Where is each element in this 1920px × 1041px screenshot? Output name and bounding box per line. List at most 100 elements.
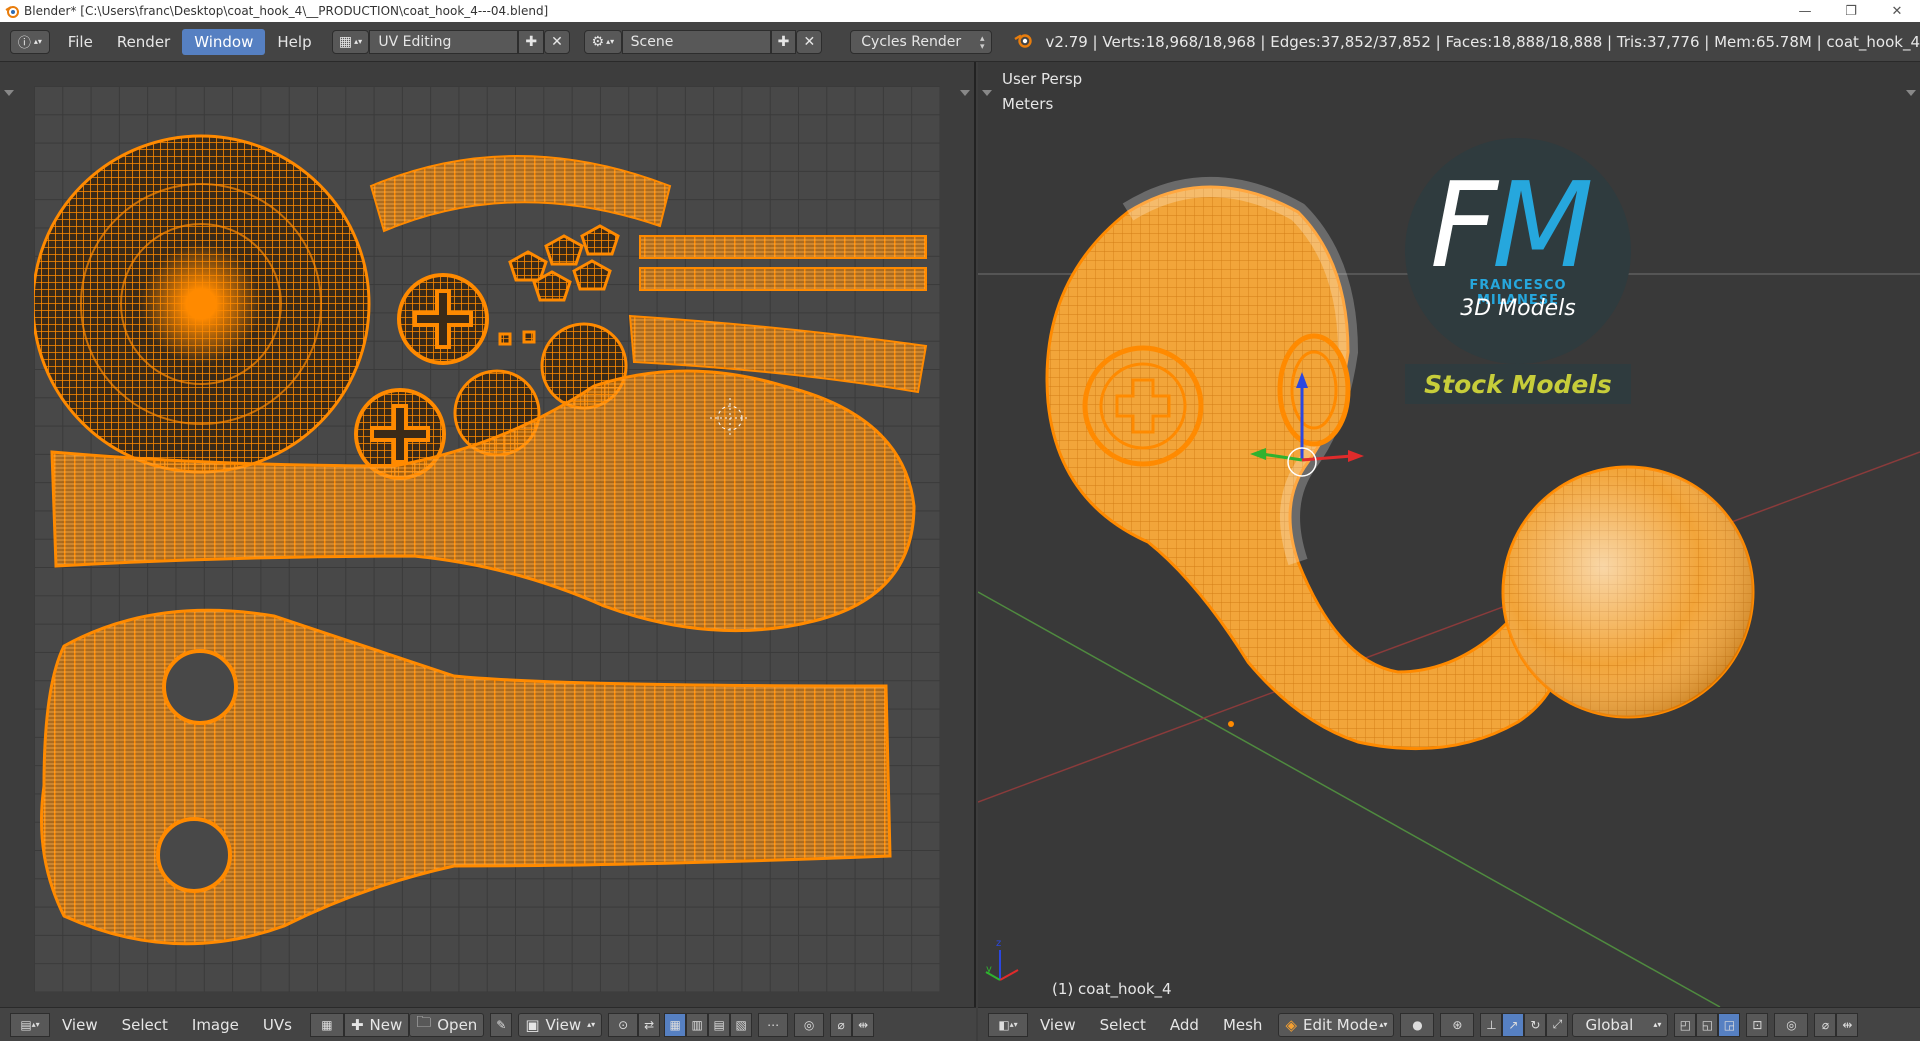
blender-window: Blender* [C:\Users\franc\Desktop\coat_ho…: [0, 0, 1920, 1041]
add-scene-button[interactable]: ✚: [770, 29, 797, 54]
uv-grid-canvas[interactable]: [31, 86, 940, 992]
snap-icon[interactable]: ⌀: [1814, 1012, 1837, 1037]
limit-selection-icon[interactable]: ⊡: [1746, 1012, 1769, 1037]
edge-select-icon[interactable]: ▥: [686, 1012, 709, 1037]
menu-uvs[interactable]: UVs: [251, 1016, 304, 1034]
face-select-icon[interactable]: ▤: [708, 1012, 731, 1037]
uv-island-arc-strip[interactable]: [369, 155, 672, 233]
image-editor-icon: ▤: [20, 1017, 32, 1032]
menu-window[interactable]: Window: [182, 28, 266, 55]
pivot-point-icon[interactable]: ⊛: [1440, 1012, 1475, 1037]
plus-icon: ✚: [525, 33, 538, 50]
menu-mesh[interactable]: Mesh: [1211, 1016, 1275, 1034]
logo-f: F: [1430, 156, 1498, 294]
edge-select-icon[interactable]: ◱: [1696, 1012, 1719, 1037]
menu-file[interactable]: File: [56, 29, 105, 55]
coat-hook-mesh[interactable]: [1045, 177, 1755, 751]
menu-help[interactable]: Help: [265, 29, 323, 55]
scene-statistics: v2.79 | Verts:18,968/18,968 | Edges:37,8…: [1045, 32, 1920, 51]
window-titlebar: Blender* [C:\Users\franc\Desktop\coat_ho…: [0, 0, 1920, 22]
menu-image[interactable]: Image: [180, 1016, 251, 1034]
delete-scene-button[interactable]: ✕: [796, 29, 823, 54]
uv-island-body-lower[interactable]: [40, 608, 892, 946]
info-icon: ⓘ: [17, 36, 31, 51]
svg-text:z: z: [996, 938, 1001, 949]
editor-type-button[interactable]: ⓘ ▴▾: [10, 29, 50, 54]
editor-type-button[interactable]: ◧ ▴▾: [988, 1012, 1028, 1037]
delete-layout-button[interactable]: ✕: [544, 29, 570, 54]
logo-stock-banner: Stock Models: [1405, 364, 1631, 404]
minimize-button[interactable]: —: [1782, 0, 1828, 22]
image-icon: ▦: [321, 1017, 333, 1032]
vertex-select-icon[interactable]: ◰: [1674, 1012, 1697, 1037]
uv-island-strip[interactable]: [639, 235, 927, 259]
scale-manipulator-icon[interactable]: ⤢: [1546, 1012, 1569, 1037]
pin-icon[interactable]: ✎: [490, 1012, 513, 1037]
new-image-button[interactable]: ✚ New: [343, 1012, 410, 1037]
layout-browse-button[interactable]: ▦ ▴▾: [331, 29, 370, 54]
view-mode-dropdown[interactable]: ▣ View ▴▾: [518, 1012, 603, 1037]
uv-image-editor[interactable]: [0, 62, 976, 1007]
snap-element-icon[interactable]: ⇹: [1836, 1012, 1859, 1037]
manipulator-toggle-icon[interactable]: ⊥: [1480, 1012, 1503, 1037]
uv-island-hole: [162, 649, 238, 725]
layout-grid-icon: ▦: [338, 33, 353, 50]
menu-view[interactable]: View: [50, 1016, 110, 1034]
sticky-select-icon[interactable]: ⋯: [758, 1012, 789, 1037]
proportional-edit-icon[interactable]: ◎: [1774, 1012, 1809, 1037]
origin-point: [1228, 721, 1234, 727]
uv-island-disc[interactable]: [31, 134, 371, 474]
sync-selection-icon[interactable]: ⇄: [638, 1012, 661, 1037]
scene-icon: ⚙: [591, 33, 605, 50]
editor-type-button[interactable]: ▤ ▴▾: [10, 1012, 50, 1037]
blender-logo-icon: [1013, 32, 1032, 52]
proportional-edit-icon[interactable]: ◎: [794, 1012, 825, 1037]
x-icon: ✕: [803, 33, 816, 50]
menu-select[interactable]: Select: [110, 1016, 180, 1034]
blender-logo-icon: [4, 3, 20, 19]
svg-text:y: y: [986, 964, 992, 975]
image-browse-button[interactable]: ▦: [309, 1012, 344, 1037]
island-select-icon[interactable]: ▧: [730, 1012, 753, 1037]
uv-island-screw-head[interactable]: [397, 273, 489, 365]
menu-add[interactable]: Add: [1158, 1016, 1211, 1034]
fm-logo-letters: FM: [1430, 166, 1594, 284]
close-button[interactable]: ✕: [1874, 0, 1920, 22]
window-title: Blender* [C:\Users\franc\Desktop\coat_ho…: [24, 4, 549, 18]
pivot-icon[interactable]: ⊙: [608, 1012, 639, 1037]
add-layout-button[interactable]: ✚: [518, 29, 545, 54]
snap-target-icon[interactable]: ⇹: [852, 1012, 875, 1037]
scene-name-field[interactable]: Scene: [621, 29, 771, 54]
transform-orientation-dropdown[interactable]: Global ▴▾: [1572, 1012, 1669, 1037]
scene-browse-button[interactable]: ⚙ ▴▾: [583, 29, 622, 54]
mode-dropdown[interactable]: ◈ Edit Mode ▴▾: [1278, 1012, 1395, 1037]
layout-name-field[interactable]: UV Editing: [369, 29, 519, 54]
uv-islands: [31, 134, 928, 946]
restore-button[interactable]: ❐: [1828, 0, 1874, 22]
cube-icon: ◧: [998, 1017, 1010, 1032]
axis-orientation-gizmo: z y: [985, 938, 1019, 981]
uv-island-strip[interactable]: [639, 267, 927, 291]
render-engine-dropdown[interactable]: Cycles Render ▴ ▾: [850, 29, 992, 54]
scene-name: Scene: [630, 33, 674, 50]
x-icon: ✕: [551, 33, 563, 50]
view-icon: ▣: [525, 1015, 540, 1034]
plus-icon: ✚: [777, 33, 790, 50]
translate-manipulator-icon[interactable]: ↗: [1502, 1012, 1525, 1037]
face-select-icon[interactable]: ◲: [1718, 1012, 1741, 1037]
menu-render[interactable]: Render: [105, 29, 182, 55]
rotate-manipulator-icon[interactable]: ↻: [1524, 1012, 1547, 1037]
vertex-select-icon[interactable]: ▦: [664, 1012, 687, 1037]
open-image-button[interactable]: 🗀 Open: [409, 1012, 485, 1037]
layout-name: UV Editing: [378, 33, 452, 50]
plus-icon: ✚: [350, 1015, 364, 1034]
edit-mode-icon: ◈: [1285, 1015, 1297, 1034]
view-label: View: [545, 1015, 582, 1034]
menu-view[interactable]: View: [1028, 1016, 1088, 1034]
region-toggle-icon[interactable]: [960, 90, 970, 96]
menu-select[interactable]: Select: [1088, 1016, 1158, 1034]
viewport-shading-icon[interactable]: ●: [1400, 1012, 1435, 1037]
snap-icon[interactable]: ⌀: [830, 1012, 853, 1037]
region-toggle-icon[interactable]: [4, 90, 14, 96]
3d-viewport-header: ◧ ▴▾ View Select Add Mesh ◈ Edit Mode ▴▾ ● …: [978, 1007, 1920, 1041]
